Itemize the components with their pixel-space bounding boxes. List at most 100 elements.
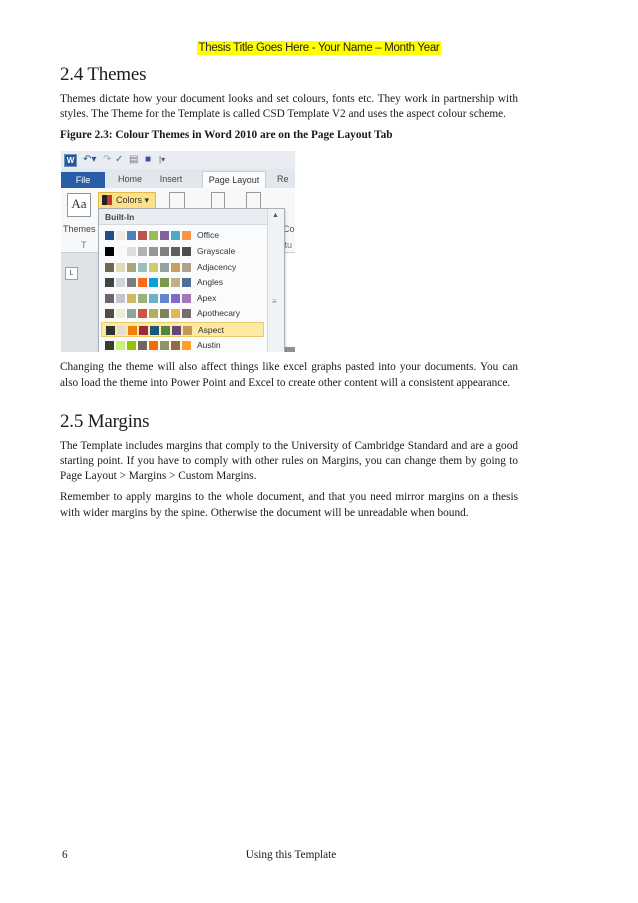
- colour-swatch: [105, 309, 114, 319]
- colour-swatch: [182, 231, 191, 241]
- colors-icon: [102, 195, 112, 206]
- colour-swatch: [116, 231, 125, 241]
- spelling-icon[interactable]: ✓: [115, 154, 123, 166]
- colour-swatch: [171, 293, 180, 303]
- colour-swatch: [182, 278, 191, 288]
- colors-label: Colors ▾: [116, 195, 150, 206]
- colour-swatch: [171, 278, 180, 288]
- colour-swatch: [149, 309, 158, 319]
- redo-icon[interactable]: ↷: [103, 154, 111, 166]
- colour-swatches: [105, 262, 193, 272]
- colour-swatch: [138, 293, 147, 303]
- colour-swatch: [105, 231, 114, 241]
- theme-option-angles[interactable]: Angles: [101, 275, 264, 290]
- theme-option-office[interactable]: Office: [101, 228, 264, 243]
- colour-swatch: [172, 326, 181, 335]
- colour-swatch: [149, 262, 158, 272]
- tab-file[interactable]: File: [61, 172, 105, 190]
- colour-swatch: [116, 293, 125, 303]
- colour-swatch: [160, 340, 169, 350]
- colour-swatch: [171, 309, 180, 319]
- colour-swatch: [128, 326, 137, 335]
- colour-swatch: [127, 340, 136, 350]
- tab-insert[interactable]: Insert: [153, 171, 189, 188]
- colour-swatch: [160, 309, 169, 319]
- print-preview-icon[interactable]: ▤: [129, 154, 138, 166]
- colour-swatch: [149, 231, 158, 241]
- colour-swatch: [138, 278, 147, 288]
- themes-label: Themes: [63, 224, 96, 235]
- colour-swatches: [105, 309, 193, 319]
- scroll-up-icon[interactable]: ▲: [272, 212, 279, 219]
- colors-button[interactable]: Colors ▾: [98, 192, 156, 210]
- theme-name: Angles: [197, 277, 223, 288]
- colour-swatch: [105, 262, 114, 272]
- colour-swatch: [183, 326, 192, 335]
- theme-option-grayscale[interactable]: Grayscale: [101, 244, 264, 259]
- ribbon-tabs: File Home Insert Page Layout Re: [61, 169, 295, 190]
- section-heading-themes: 2.4 Themes: [60, 64, 147, 85]
- themes-button[interactable]: Aa: [67, 193, 91, 218]
- colour-swatch: [138, 262, 147, 272]
- theme-option-adjacency[interactable]: Adjacency: [101, 260, 264, 275]
- colour-swatch: [138, 340, 147, 350]
- colour-swatch: [105, 340, 114, 350]
- colour-swatch: [127, 309, 136, 319]
- page-content: 2.4 Themes Themes dictate how your docum…: [60, 64, 518, 527]
- colour-swatch: [171, 231, 180, 241]
- colour-swatch: [160, 293, 169, 303]
- colour-swatch: [116, 340, 125, 350]
- colour-swatch: [117, 326, 126, 335]
- colour-swatch: [116, 262, 125, 272]
- colour-swatch: [127, 278, 136, 288]
- word-logo-icon: W: [64, 154, 77, 168]
- colour-swatch: [116, 278, 125, 288]
- document-page: Thesis Title Goes Here - Your Name – Mon…: [0, 0, 638, 903]
- colour-swatch: [138, 309, 147, 319]
- colour-swatches: [105, 340, 193, 350]
- colour-swatch: [160, 247, 169, 256]
- colour-swatches: [106, 326, 194, 335]
- colour-swatch: [105, 293, 114, 303]
- colour-swatch: [116, 309, 125, 319]
- colour-swatch: [149, 247, 158, 256]
- theme-name: Apex: [197, 292, 217, 303]
- footer-text: Using this Template: [245, 849, 337, 861]
- tab-review[interactable]: Re: [277, 171, 295, 188]
- colour-swatch: [138, 247, 147, 256]
- colour-swatch: [160, 278, 169, 288]
- scroll-grip-icon[interactable]: ≡: [272, 298, 277, 306]
- colour-swatch: [182, 262, 191, 272]
- theme-option-apothecary[interactable]: Apothecary: [101, 306, 264, 321]
- undo-icon[interactable]: ↶▾: [83, 154, 96, 166]
- theme-name: Office: [197, 230, 220, 241]
- theme-option-austin[interactable]: Austin: [101, 338, 264, 353]
- theme-effects-paragraph: Changing the theme will also affect thin…: [60, 361, 518, 389]
- colour-swatch: [150, 326, 159, 335]
- customize-icon[interactable]: |▾: [159, 154, 165, 166]
- theme-option-apex[interactable]: Apex: [101, 291, 264, 306]
- tab-home[interactable]: Home: [111, 171, 149, 188]
- colour-swatch: [160, 262, 169, 272]
- tab-page-layout[interactable]: Page Layout: [202, 171, 266, 190]
- running-header: Thesis Title Goes Here - Your Name – Mon…: [0, 38, 638, 56]
- colour-swatches: [105, 293, 193, 303]
- margins-paragraph-1: The Template includes margins that compl…: [60, 439, 518, 483]
- colour-swatch: [105, 247, 114, 256]
- colour-swatch: [127, 262, 136, 272]
- colour-swatch: [161, 326, 170, 335]
- colors-dropdown: Built-In Office Grayscale Adjacency Angles A…: [98, 208, 285, 353]
- tab-stop-selector[interactable]: L: [65, 267, 78, 281]
- theme-option-aspect[interactable]: Aspect: [101, 322, 264, 337]
- colour-swatch: [127, 247, 136, 256]
- save-icon[interactable]: ■: [145, 154, 151, 166]
- colour-swatch: [116, 247, 125, 256]
- figure-caption: Figure 2.3: Colour Themes in Word 2010 a…: [60, 129, 393, 142]
- theme-name: Apothecary: [197, 308, 240, 319]
- colour-swatch: [182, 309, 191, 319]
- dropdown-scrollbar[interactable]: ▲ ≡: [267, 209, 284, 353]
- themes-paragraph: Themes dictate how your document looks a…: [60, 93, 518, 121]
- dropdown-header: Built-In: [99, 209, 267, 226]
- colour-swatch: [149, 293, 158, 303]
- quick-access-toolbar: W ↶▾ ↷ ✓ ▤ ■ |▾: [61, 151, 295, 170]
